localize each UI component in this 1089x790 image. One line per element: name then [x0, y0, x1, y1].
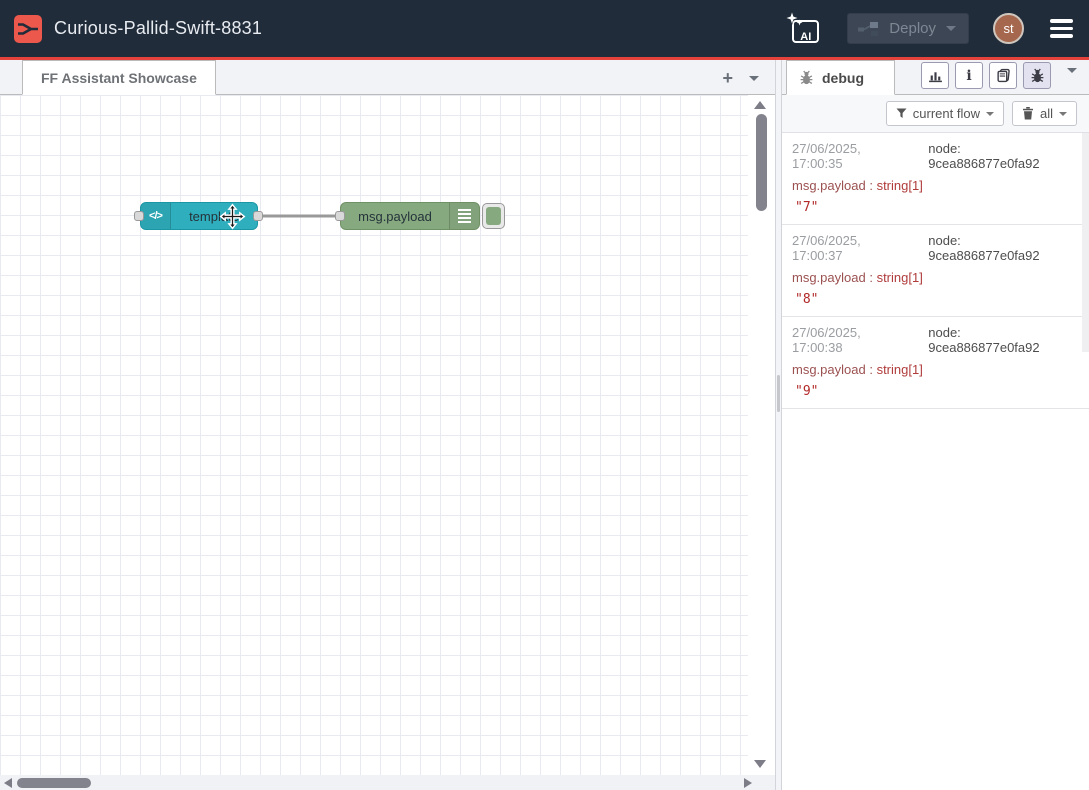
tab-actions: +: [722, 71, 775, 94]
flowfuse-logo-icon[interactable]: [14, 15, 42, 43]
main-menu-button[interactable]: [1048, 15, 1075, 42]
message-path[interactable]: msg.payload: [792, 178, 866, 193]
vscroll-up-arrow[interactable]: [754, 101, 766, 109]
sidebar: debug i: [782, 60, 1089, 790]
sidebar-tab-icons: i: [921, 62, 1081, 94]
message-node-id: node: 9cea886877e0fa92: [928, 141, 1075, 171]
message-path[interactable]: msg.payload: [792, 362, 866, 377]
message-value[interactable]: "7": [792, 200, 1075, 215]
message-node-id: node: 9cea886877e0fa92: [928, 233, 1075, 263]
debug-filter-button[interactable]: current flow: [886, 101, 1004, 126]
hscroll-right-arrow[interactable]: [744, 778, 752, 788]
debug-toolbar: current flow all: [782, 95, 1089, 133]
debug-tab-label: debug: [822, 70, 864, 86]
debug-message[interactable]: 27/06/2025, 17:00:35 node: 9cea886877e0f…: [782, 133, 1089, 225]
page-title: Curious-Pallid-Swift-8831: [54, 18, 262, 39]
hscroll-track[interactable]: [0, 775, 775, 790]
tab-flow[interactable]: FF Assistant Showcase: [22, 60, 216, 95]
header: Curious-Pallid-Swift-8831 AI Deploy: [0, 0, 1089, 60]
list-icon: [449, 203, 479, 229]
message-node-id: node: 9cea886877e0fa92: [928, 325, 1075, 355]
filter-label: current flow: [913, 106, 980, 121]
sidebar-resize-handle[interactable]: [775, 60, 782, 790]
message-value[interactable]: "9": [792, 384, 1075, 399]
deploy-button[interactable]: Deploy: [847, 13, 969, 44]
tab-debug[interactable]: debug: [786, 60, 895, 95]
debug-tab-button[interactable]: [1023, 62, 1051, 89]
template-output-port[interactable]: [253, 211, 263, 221]
workspace: FF Assistant Showcase + </> template: [0, 60, 775, 790]
message-separator: :: [866, 178, 877, 193]
message-separator: :: [866, 270, 877, 285]
debug-message-list: 27/06/2025, 17:00:35 node: 9cea886877e0f…: [782, 133, 1089, 790]
sparkle-icon: [785, 11, 805, 29]
deploy-icon: [858, 21, 879, 37]
node-template-label: template: [171, 209, 257, 224]
vscroll-thumb[interactable]: [756, 114, 767, 211]
dashboard-chart-tab-button[interactable]: [921, 62, 949, 89]
bug-icon: [1030, 68, 1045, 83]
bar-chart-icon: [928, 68, 943, 83]
deploy-label: Deploy: [889, 20, 936, 37]
template-input-port[interactable]: [134, 211, 144, 221]
node-debug[interactable]: msg.payload: [340, 202, 480, 230]
message-timestamp: 27/06/2025, 17:00:35: [792, 141, 914, 171]
help-tab-button[interactable]: [989, 62, 1017, 89]
wire[interactable]: [0, 95, 775, 790]
filter-funnel-icon: [896, 108, 907, 119]
message-timestamp: 27/06/2025, 17:00:37: [792, 233, 914, 263]
book-icon: [996, 68, 1011, 83]
node-debug-label: msg.payload: [341, 209, 449, 224]
hscroll-thumb[interactable]: [17, 778, 91, 788]
sidebar-tabbar: debug i: [782, 60, 1089, 95]
debug-message[interactable]: 27/06/2025, 17:00:38 node: 9cea886877e0f…: [782, 317, 1089, 409]
node-template[interactable]: </> template: [140, 202, 258, 230]
add-flow-button[interactable]: +: [722, 71, 733, 85]
debug-message[interactable]: 27/06/2025, 17:00:37 node: 9cea886877e0f…: [782, 225, 1089, 317]
message-path[interactable]: msg.payload: [792, 270, 866, 285]
message-value[interactable]: "8": [792, 292, 1075, 307]
debug-enable-toggle[interactable]: [482, 203, 505, 229]
flow-tab-label: FF Assistant Showcase: [41, 70, 197, 86]
deploy-options-caret[interactable]: [946, 26, 956, 31]
message-separator: :: [866, 362, 877, 377]
hscroll-left-arrow[interactable]: [4, 778, 12, 788]
user-avatar[interactable]: st: [993, 13, 1024, 44]
flow-list-caret-icon[interactable]: [749, 76, 759, 81]
resize-grip-icon: [777, 375, 780, 412]
header-actions: AI Deploy st: [785, 11, 1075, 47]
filter-caret-icon: [986, 112, 994, 116]
message-scroll-gutter: [1082, 133, 1089, 352]
code-icon: </>: [141, 203, 171, 229]
clear-caret-icon: [1059, 112, 1067, 116]
flow-canvas[interactable]: </> template msg.payload: [0, 95, 775, 790]
info-tab-button[interactable]: i: [955, 62, 983, 89]
message-type: string[1]: [877, 362, 923, 377]
bug-icon: [799, 70, 814, 85]
message-type: string[1]: [877, 270, 923, 285]
debug-input-port[interactable]: [335, 211, 345, 221]
node-red-editor: Curious-Pallid-Swift-8831 AI Deploy: [0, 0, 1089, 790]
sidebar-tabs-caret-icon[interactable]: [1067, 68, 1077, 73]
message-timestamp: 27/06/2025, 17:00:38: [792, 325, 914, 355]
clear-messages-button[interactable]: all: [1012, 101, 1077, 126]
vscroll-down-arrow[interactable]: [754, 760, 766, 768]
ai-assistant-button[interactable]: AI: [785, 11, 823, 47]
flow-tabbar: FF Assistant Showcase +: [0, 60, 775, 95]
trash-icon: [1022, 107, 1034, 120]
main-area: FF Assistant Showcase + </> template: [0, 60, 1089, 790]
message-type: string[1]: [877, 178, 923, 193]
info-icon: i: [966, 68, 971, 84]
clear-label: all: [1040, 106, 1053, 121]
